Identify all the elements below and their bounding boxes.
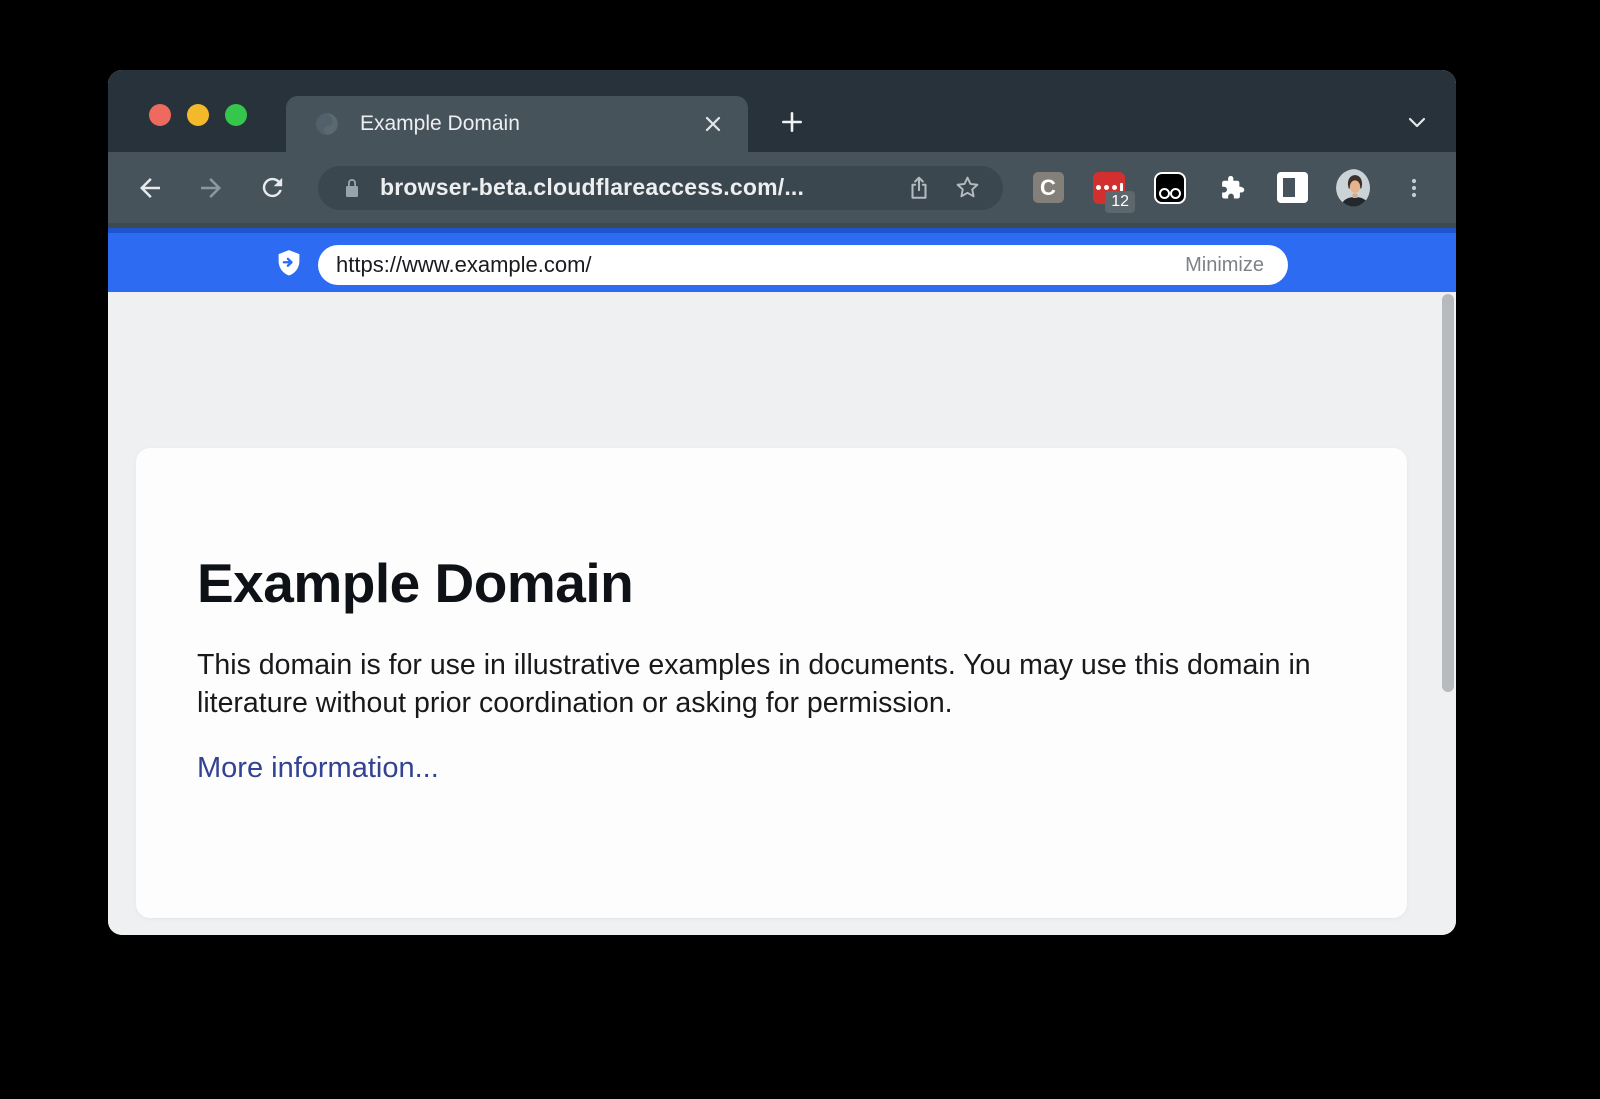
plus-icon[interactable] [774,104,810,140]
c-extension-button[interactable]: C [1031,171,1065,205]
reload-button[interactable] [250,166,294,210]
kebab-menu-icon [1402,176,1426,200]
traffic-light-close[interactable] [149,104,171,126]
avatar [1336,169,1370,207]
arrow-right-icon [196,173,226,203]
traffic-light-minimize[interactable] [187,104,209,126]
browser-menu-button[interactable] [1397,171,1431,205]
scrollbar-thumb[interactable] [1442,294,1454,692]
chevron-down-icon[interactable] [1398,104,1436,140]
lock-icon [340,176,364,200]
extension-badge: 12 [1105,191,1135,213]
dark-lens-extension-button[interactable] [1153,171,1187,205]
browser-window: Example Domain browser-beta.cloudflareac [108,70,1456,935]
extension-row: C 12 [1031,171,1431,205]
page-body-text: This domain is for use in illustrative e… [197,646,1345,722]
dark-lens-icon [1154,172,1186,204]
back-button[interactable] [128,166,172,210]
browser-toolbar: browser-beta.cloudflareaccess.com/... C … [108,152,1456,228]
example-domain-card: Example Domain This domain is for use in… [136,448,1407,918]
isolation-url-value: https://www.example.com/ [336,252,1185,278]
shield-arrow-icon [275,249,303,279]
side-panel-icon [1277,172,1308,203]
globe-icon [314,111,340,137]
arrow-left-icon [135,173,165,203]
password-manager-button[interactable]: 12 [1092,171,1126,205]
profile-avatar-button[interactable] [1336,171,1370,205]
side-panel-button[interactable] [1275,171,1309,205]
reload-icon [258,173,287,202]
address-url: browser-beta.cloudflareaccess.com/... [380,174,887,201]
c-extension-icon: C [1033,172,1064,203]
page-viewport: Example Domain This domain is for use in… [108,292,1456,935]
isolation-url-input[interactable]: https://www.example.com/ Minimize [318,245,1288,285]
share-icon[interactable] [903,172,935,204]
star-icon[interactable] [951,172,983,204]
extensions-puzzle-button[interactable] [1214,171,1248,205]
puzzle-icon [1216,173,1246,203]
page-title: Example Domain [197,552,1345,614]
tab-title: Example Domain [360,112,700,136]
tab-example-domain[interactable]: Example Domain [286,96,748,152]
address-bar[interactable]: browser-beta.cloudflareaccess.com/... [318,166,1003,210]
forward-button[interactable] [189,166,233,210]
traffic-light-zoom[interactable] [225,104,247,126]
close-icon[interactable] [700,111,726,137]
tab-strip: Example Domain [108,70,1456,152]
isolation-bar: https://www.example.com/ Minimize [108,228,1456,292]
minimize-button[interactable]: Minimize [1185,254,1264,277]
more-information-link[interactable]: More information... [197,752,439,785]
